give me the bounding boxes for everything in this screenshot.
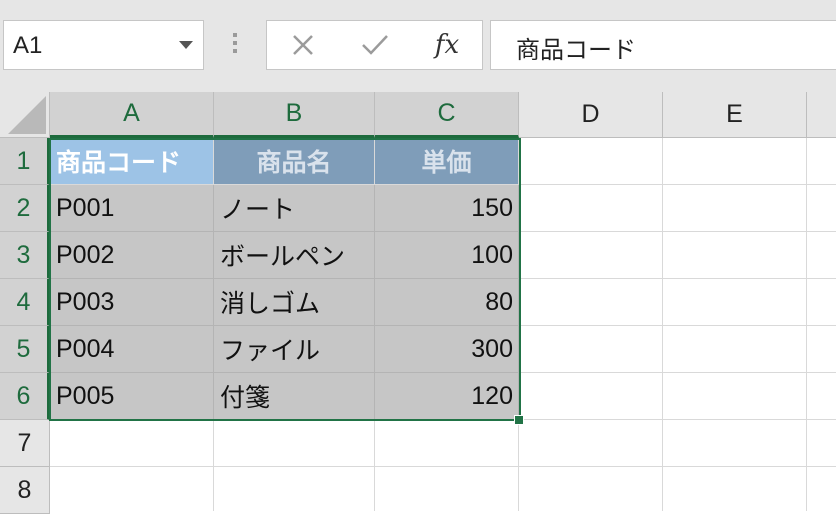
cell-e2[interactable]: [663, 185, 807, 232]
cell-e4[interactable]: [663, 279, 807, 326]
formula-value: 商品コード: [516, 36, 636, 64]
column-header-a[interactable]: A: [50, 92, 214, 138]
cancel-button[interactable]: [273, 21, 333, 69]
cell-c6[interactable]: 120: [375, 373, 519, 420]
column-header-b[interactable]: B: [214, 92, 375, 138]
cell-e8[interactable]: [663, 467, 807, 511]
cell-b5[interactable]: ファイル: [214, 326, 375, 373]
column-header-e[interactable]: E: [663, 92, 807, 138]
column-header-d[interactable]: D: [519, 92, 663, 138]
cell-d3[interactable]: [519, 232, 663, 279]
cell-b1[interactable]: 商品名: [214, 138, 375, 185]
row-header-5[interactable]: 5: [0, 326, 50, 373]
fill-handle[interactable]: [514, 415, 524, 425]
cell-f8[interactable]: [807, 467, 836, 511]
row-header-1[interactable]: 1: [0, 138, 50, 185]
cell-f5[interactable]: [807, 326, 836, 373]
row-header-7[interactable]: 7: [0, 420, 50, 467]
insert-function-button[interactable]: fx: [417, 21, 477, 69]
row-header-2[interactable]: 2: [0, 185, 50, 232]
cell-b6[interactable]: 付箋: [214, 373, 375, 420]
cell-e5[interactable]: [663, 326, 807, 373]
cell-a2[interactable]: P001: [50, 185, 214, 232]
cell-f3[interactable]: [807, 232, 836, 279]
cell-f6[interactable]: [807, 373, 836, 420]
formula-buttons: fx: [266, 20, 483, 70]
cell-f1[interactable]: [807, 138, 836, 185]
cell-c7[interactable]: [375, 420, 519, 467]
cell-d1[interactable]: [519, 138, 663, 185]
cell-d6[interactable]: [519, 373, 663, 420]
enter-button[interactable]: [345, 21, 405, 69]
cell-b2[interactable]: ノート: [214, 185, 375, 232]
row-header-4[interactable]: 4: [0, 279, 50, 326]
cell-b3[interactable]: ボールペン: [214, 232, 375, 279]
cell-a3[interactable]: P002: [50, 232, 214, 279]
row-header-8[interactable]: 8: [0, 467, 50, 514]
chevron-down-icon[interactable]: [179, 41, 193, 49]
cell-a8[interactable]: [50, 467, 214, 511]
worksheet-grid: A B C D E 1 2 3 4 5 6 7 8 商品コード 商品名 単価 P…: [0, 92, 836, 514]
check-icon: [362, 35, 388, 55]
cell-b8[interactable]: [214, 467, 375, 511]
cell-d4[interactable]: [519, 279, 663, 326]
cell-c3[interactable]: 100: [375, 232, 519, 279]
cell-e1[interactable]: [663, 138, 807, 185]
cell-d7[interactable]: [519, 420, 663, 467]
row-header-6[interactable]: 6: [0, 373, 50, 420]
formula-bar: A1 fx 商品コード: [0, 0, 836, 92]
cell-c4[interactable]: 80: [375, 279, 519, 326]
cell-a6[interactable]: P005: [50, 373, 214, 420]
cell-e3[interactable]: [663, 232, 807, 279]
name-box[interactable]: A1: [3, 20, 204, 70]
cell-f7[interactable]: [807, 420, 836, 467]
cell-f4[interactable]: [807, 279, 836, 326]
close-icon: [293, 35, 313, 55]
cell-b4[interactable]: 消しゴム: [214, 279, 375, 326]
cell-c2[interactable]: 150: [375, 185, 519, 232]
cell-a4[interactable]: P003: [50, 279, 214, 326]
column-header-f[interactable]: [807, 92, 836, 138]
cell-a7[interactable]: [50, 420, 214, 467]
name-box-value: A1: [13, 32, 43, 59]
cell-b7[interactable]: [214, 420, 375, 467]
cell-e7[interactable]: [663, 420, 807, 467]
formula-input[interactable]: 商品コード: [490, 20, 836, 70]
cell-e6[interactable]: [663, 373, 807, 420]
cell-d2[interactable]: [519, 185, 663, 232]
select-all-button[interactable]: [0, 92, 50, 138]
cell-a1[interactable]: 商品コード: [50, 138, 214, 185]
cell-c5[interactable]: 300: [375, 326, 519, 373]
cell-d8[interactable]: [519, 467, 663, 511]
cell-d5[interactable]: [519, 326, 663, 373]
cell-c8[interactable]: [375, 467, 519, 511]
cell-a5[interactable]: P004: [50, 326, 214, 373]
fx-icon: fx: [434, 30, 460, 60]
drag-handle-icon[interactable]: [233, 33, 237, 57]
cell-c1[interactable]: 単価: [375, 138, 519, 185]
column-header-c[interactable]: C: [375, 92, 519, 138]
cell-f2[interactable]: [807, 185, 836, 232]
row-header-3[interactable]: 3: [0, 232, 50, 279]
